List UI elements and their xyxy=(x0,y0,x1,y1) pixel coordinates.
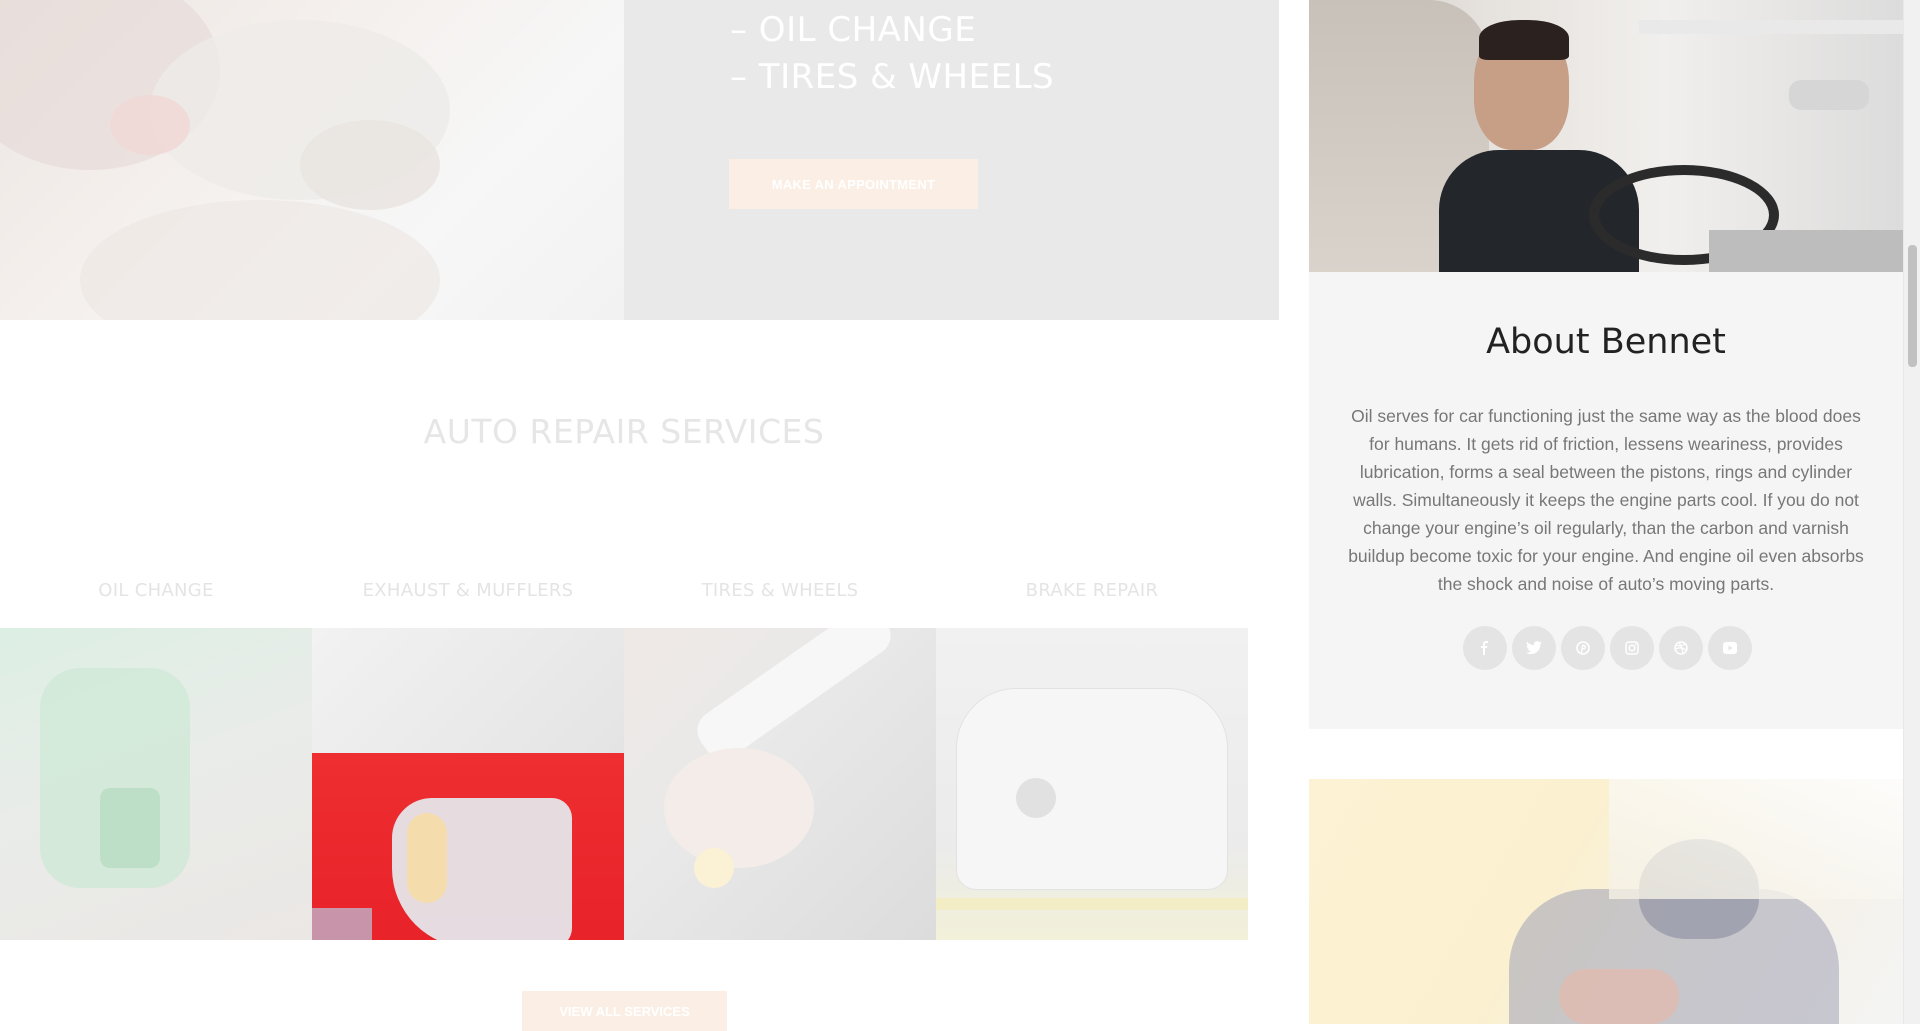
facebook-icon[interactable] xyxy=(1463,626,1507,670)
make-appointment-button[interactable]: MAKE AN APPOINTMENT xyxy=(729,159,978,209)
instagram-icon[interactable] xyxy=(1610,626,1654,670)
hero-mechanic-image xyxy=(0,0,624,320)
service-image-oil-change[interactable] xyxy=(0,628,312,940)
youtube-icon[interactable] xyxy=(1708,626,1752,670)
pinterest-icon[interactable] xyxy=(1561,626,1605,670)
service-label-tires-wheels[interactable]: TIRES & WHEELS xyxy=(624,580,936,601)
view-all-services-button[interactable]: VIEW ALL SERVICES xyxy=(522,991,727,1031)
service-image-brake-repair[interactable] xyxy=(936,628,1248,940)
services-title: AUTO REPAIR SERVICES xyxy=(423,412,825,451)
about-title: About Bennet xyxy=(1486,322,1726,362)
about-text: Oil serves for car functioning just the … xyxy=(1348,406,1864,594)
mechanic-photo xyxy=(1309,779,1903,1024)
hero-line-oil-change: – OIL CHANGE xyxy=(730,10,977,50)
service-label-oil-change[interactable]: OIL CHANGE xyxy=(0,580,312,601)
service-image-tires-wheels[interactable] xyxy=(624,628,936,940)
page-scrollbar[interactable] xyxy=(1903,0,1920,1024)
service-label-brake-repair[interactable]: BRAKE REPAIR xyxy=(936,580,1248,601)
twitter-icon[interactable] xyxy=(1512,626,1556,670)
service-image-exhaust-mufflers[interactable] xyxy=(312,628,624,940)
about-photo-driver xyxy=(1309,0,1903,272)
dribbble-icon[interactable] xyxy=(1659,626,1703,670)
social-icons xyxy=(1463,626,1752,670)
about-card: About Bennet Oil serves for car function… xyxy=(1309,272,1903,729)
scrollbar-thumb[interactable] xyxy=(1908,245,1917,367)
hero-line-tires-wheels: – TIRES & WHEELS xyxy=(730,57,1055,97)
service-label-exhaust-mufflers[interactable]: EXHAUST & MUFFLERS xyxy=(312,580,624,601)
